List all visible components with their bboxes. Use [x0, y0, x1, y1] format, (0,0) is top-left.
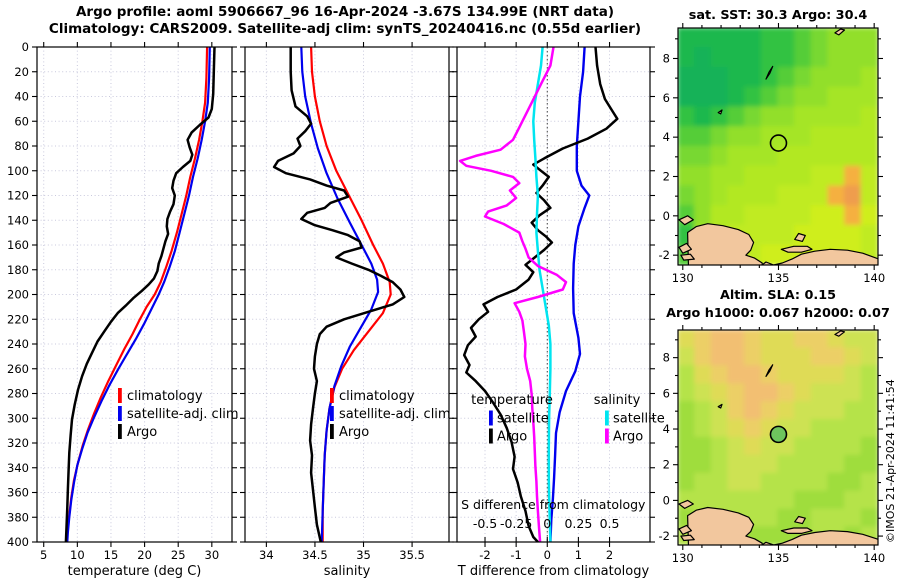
sst-map-lat-label: -2	[659, 248, 670, 262]
salinity-panel-legend-marker	[330, 406, 334, 421]
sla-map-argo-position-marker	[769, 425, 788, 444]
difference-panel-xtick-label: -1	[510, 548, 521, 562]
depth-tick-label: 340	[7, 461, 29, 475]
temperature-panel-xtick-label: 10	[70, 548, 85, 562]
difference-panel-legend-label: Argo	[497, 430, 527, 445]
sdiff-tick-label: 0.25	[564, 516, 592, 531]
sdiff-tick-label: 0.5	[600, 516, 620, 531]
difference-panel-legend-marker	[605, 410, 609, 426]
sla-map-lon-label: 130	[672, 551, 694, 565]
salinity-panel-xtick-label: 35	[356, 548, 371, 562]
sla-map-lat-label: 2	[663, 458, 670, 472]
depth-tick-label: 100	[7, 164, 29, 178]
temperature-panel-xlabel: temperature (deg C)	[68, 564, 202, 579]
sst-map-lat-label: 8	[663, 51, 670, 65]
depth-tick-label: 300	[7, 411, 29, 425]
depth-tick-label: 60	[14, 114, 29, 128]
depth-tick-label: 240	[7, 337, 29, 351]
sdiff-axis-label: S difference from climatology	[461, 497, 646, 512]
difference-panel-legend-marker	[489, 428, 493, 444]
sst-map: 130 135 140 -2 0 2 4 6 8	[659, 23, 885, 285]
temperature-panel-legend-label: climatology	[127, 389, 203, 404]
salinity-panel-legend: climatology satellite-adj. clim Argo	[330, 388, 451, 440]
salinity-panel: 34 34.5 35 35.5 salinity climatology satellite…	[240, 42, 454, 579]
sst-map-lat-label: 0	[663, 209, 670, 223]
salinity-panel-legend-marker	[330, 388, 334, 403]
sla-map-lon-label: 140	[863, 551, 885, 565]
difference-panel-xtick-label: -2	[479, 548, 490, 562]
difference-panel-series	[458, 47, 619, 542]
depth-tick-label: 380	[7, 510, 29, 524]
salinity-panel-legend-marker	[330, 424, 334, 439]
legend-group-title: temperature	[471, 393, 553, 408]
sla-map: 130 135 140 -2 0 2 4 6 8	[659, 325, 885, 565]
sst-map-lat-label: 6	[663, 91, 670, 105]
difference-panel-xtick-label: 1	[575, 548, 582, 562]
salinity-panel-legend-label: satellite-adj. clim	[339, 407, 451, 422]
temperature-panel-xtick-label: 15	[104, 548, 119, 562]
sst-map-lon-label: 140	[863, 271, 885, 285]
difference-panel: -2 -1 0 1 2 T difference from climatology S di…	[452, 42, 665, 579]
sst-map-lat-label: 2	[663, 169, 670, 183]
difference-panel-legend-marker	[489, 410, 493, 426]
depth-tick-label: 320	[7, 436, 29, 450]
sst-map-lon-label: 130	[672, 271, 694, 285]
sla-map-lat-label: 4	[663, 422, 670, 436]
salinity-panel-legend-label: Argo	[339, 425, 369, 440]
sdiff-tick-label: -0.5	[473, 516, 497, 531]
difference-panel-legend: temperature satellite Argo salinity satellit…	[471, 393, 665, 445]
sla-map-lon-label: 135	[768, 551, 790, 565]
difference-panel-legend-label: Argo	[613, 430, 643, 445]
salinity-panel-xtick-label: 34	[259, 548, 274, 562]
temperature-panel-legend-label: Argo	[127, 425, 157, 440]
argo-profile-figure: Argo profile: aoml 5906667_96 16-Apr-202…	[0, 0, 900, 580]
temperature-panel-legend-label: satellite-adj. clim	[127, 407, 239, 422]
difference-panel-legend-marker	[605, 428, 609, 444]
legend-group-title: salinity	[594, 393, 641, 408]
temperature-panel-legend-marker	[118, 424, 122, 439]
sla-map-lat-label: 6	[663, 386, 670, 400]
salinity-panel-xtick-label: 35.5	[399, 548, 425, 562]
temperature-panel: 5 10 15 20 25 3002040608010012014016018020022…	[7, 40, 239, 579]
temperature-panel-legend-marker	[118, 388, 122, 403]
sst-map-lat-label: 4	[663, 130, 670, 144]
difference-panel-legend-label: satellite	[497, 412, 549, 427]
difference-panel-legend-label: satellite	[613, 412, 665, 427]
sla-map-lat-label: -2	[659, 529, 670, 543]
salinity-panel-legend-label: climatology	[339, 389, 415, 404]
sst-map-lon-label: 135	[768, 271, 790, 285]
depth-tick-label: 220	[7, 312, 29, 326]
temperature-panel-legend-marker	[118, 406, 122, 421]
temperature-panel-xtick-label: 25	[171, 548, 186, 562]
sdiff-tick-label: -0.25	[500, 516, 532, 531]
temperature-panel-xtick-label: 5	[40, 548, 47, 562]
salinity-panel-xtick-label: 34.5	[302, 548, 328, 562]
sdiff-tick-label: 0	[543, 516, 551, 531]
sla-map-lat-label: 0	[663, 493, 670, 507]
depth-tick-label: 360	[7, 486, 29, 500]
salinity-panel-series-satellite-adj-clim	[300, 47, 380, 542]
difference-panel-xlabel: T difference from climatology	[457, 564, 650, 579]
salinity-panel-grid	[245, 46, 449, 543]
depth-tick-label: 160	[7, 238, 29, 252]
depth-tick-label: 0	[22, 40, 29, 54]
difference-panel-xtick-label: 2	[606, 548, 613, 562]
depth-tick-label: 260	[7, 362, 29, 376]
depth-tick-label: 40	[14, 90, 29, 104]
temperature-panel-xtick-label: 30	[205, 548, 220, 562]
sla-map-lat-label: 8	[663, 351, 670, 365]
salinity-panel-xlabel: salinity	[324, 564, 371, 579]
depth-tick-label: 80	[14, 139, 29, 153]
difference-panel-xtick-label: 0	[544, 548, 551, 562]
depth-tick-label: 20	[14, 65, 29, 79]
temperature-panel-xtick-label: 20	[137, 548, 152, 562]
depth-tick-label: 140	[7, 213, 29, 227]
depth-tick-label: 400	[7, 535, 29, 549]
depth-tick-label: 280	[7, 387, 29, 401]
depth-tick-label: 180	[7, 263, 29, 277]
depth-tick-label: 200	[7, 288, 29, 302]
depth-tick-label: 120	[7, 189, 29, 203]
figure-canvas: 5 10 15 20 25 3002040608010012014016018020022…	[7, 23, 885, 579]
